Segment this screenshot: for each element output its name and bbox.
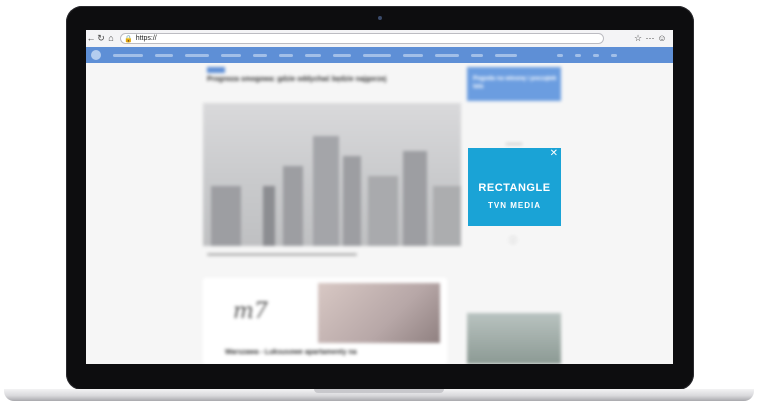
nav-item[interactable] [403,53,423,57]
sponsored-card[interactable]: m7 Warszawa - Luksusowe apartamenty na [203,278,447,364]
nav-item[interactable] [363,53,391,57]
browser-toolbar: ← ↻ ⌂ 🔒 https:// ☆ ⋯ ☺ [86,30,673,48]
address-bar[interactable]: 🔒 https:// [120,33,604,44]
page-content: Prognoza smogowa: gdzie oddychać będzie … [86,63,673,364]
more-icon[interactable]: ⋯ [645,30,655,47]
sidebar-thumbnail[interactable] [467,313,561,364]
sponsored-photo [318,283,440,343]
laptop-notch [314,389,444,393]
ad-label [506,143,522,145]
toolbar-right: ☆ ⋯ ☺ [633,30,673,47]
category-tag[interactable] [207,67,225,73]
nav-item[interactable] [557,53,563,57]
ad-line-2: TVN MEDIA [488,201,541,210]
nav-item[interactable] [279,53,293,57]
article-headline[interactable]: Prognoza smogowa: gdzie oddychać będzie … [207,75,437,84]
nav-item[interactable] [113,53,143,57]
sponsored-title[interactable]: Warszawa - Luksusowe apartamenty na [225,349,357,356]
ad-line-1: RECTANGLE [478,182,551,194]
site-navigation [86,47,673,63]
rectangle-ad[interactable]: ✕ RECTANGLE TVN MEDIA [468,148,561,226]
reload-icon[interactable]: ↻ [96,30,106,47]
nav-item[interactable] [611,53,617,57]
nav-item[interactable] [185,53,209,57]
home-icon[interactable]: ⌂ [106,30,116,47]
brand-logo: m7 [233,299,268,324]
nav-item[interactable] [155,53,173,57]
nav-item[interactable] [253,53,267,57]
nav-item[interactable] [221,53,241,57]
camera-dot [378,16,382,20]
info-icon[interactable]: ⓘ [509,235,517,246]
lock-icon: 🔒 [124,35,133,43]
nav-item[interactable] [575,53,581,57]
sidebar-promo[interactable]: Pogoda na wiosnę i początek lata [467,67,561,101]
nav-item[interactable] [495,53,517,57]
site-logo[interactable] [91,50,101,60]
close-icon[interactable]: ✕ [550,149,558,159]
hero-image[interactable] [203,103,461,246]
nav-item[interactable] [471,53,483,57]
sidebar-promo-text: Pogoda na wiosnę i początek lata [473,76,557,90]
browser-window: ← ↻ ⌂ 🔒 https:// ☆ ⋯ ☺ Prognoza smogowa:… [86,30,673,364]
image-caption [207,253,357,256]
arrow-left-icon[interactable]: ← [86,30,96,47]
account-icon[interactable]: ☺ [657,30,667,47]
nav-item[interactable] [305,53,321,57]
nav-item[interactable] [333,53,351,57]
url-text: https:// [135,35,157,42]
nav-item[interactable] [593,53,599,57]
nav-item[interactable] [435,53,459,57]
star-icon[interactable]: ☆ [633,30,643,47]
